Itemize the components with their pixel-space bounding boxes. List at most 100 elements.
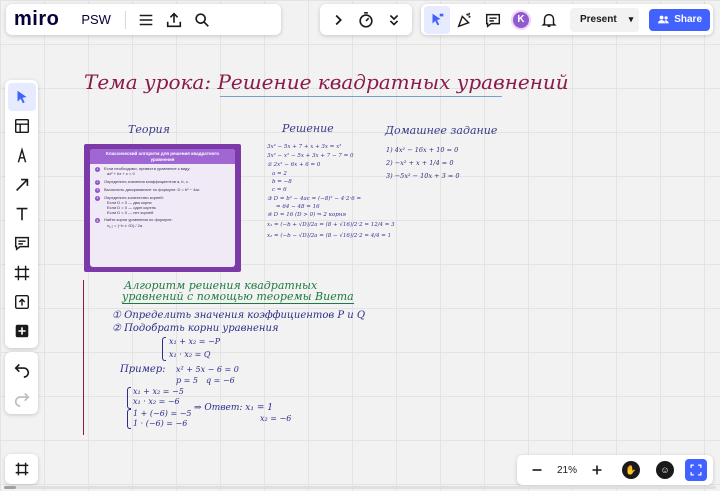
party-icon bbox=[457, 12, 471, 28]
text-tool[interactable] bbox=[8, 200, 36, 228]
notifications-button[interactable] bbox=[536, 6, 562, 34]
search-button[interactable] bbox=[188, 6, 216, 34]
hand-icon: ✋ bbox=[621, 461, 640, 479]
horizontal-scrollbar[interactable] bbox=[4, 486, 716, 489]
example-step: x₁ + x₂ = −5 bbox=[133, 387, 184, 396]
homework-task: 3) −5x² − 10x + 3 = 0 bbox=[386, 172, 460, 180]
upload-tool[interactable] bbox=[8, 288, 36, 316]
plus-icon bbox=[592, 465, 602, 475]
accessibility-button[interactable]: ☺ bbox=[651, 456, 679, 484]
frames-button[interactable] bbox=[8, 455, 36, 483]
share-label: Share bbox=[674, 14, 703, 25]
example-equation: x² + 5x − 6 = 0 bbox=[176, 365, 239, 374]
algorithm-card[interactable]: Классический алгоритм для решения квадра… bbox=[84, 144, 241, 272]
solution-line: 3x² − x² − 5x + 3x + 7 − 7 = 0 bbox=[267, 153, 354, 159]
redo-button[interactable] bbox=[8, 384, 36, 412]
template-icon bbox=[14, 119, 29, 134]
pointer-mode-button[interactable] bbox=[424, 5, 450, 34]
creation-toolbar bbox=[5, 80, 38, 348]
templates-tool[interactable] bbox=[8, 112, 36, 140]
frame-icon bbox=[15, 462, 28, 476]
answer: ⇒ Ответ: x₁ = 1 bbox=[194, 403, 273, 413]
collaboration-toolbar bbox=[320, 4, 412, 35]
upload-icon bbox=[166, 12, 182, 27]
chevron-down-icon[interactable]: ▾ bbox=[629, 14, 634, 25]
answer-second: x₂ = −6 bbox=[260, 414, 292, 423]
card-step: 4 Определить количество корней: Если D >… bbox=[95, 194, 164, 216]
reactions-button[interactable] bbox=[452, 6, 478, 34]
algorithm-card-title: Классический алгоритм для решения квадра… bbox=[90, 149, 235, 165]
user-avatar-button[interactable]: K bbox=[508, 6, 534, 34]
help-button[interactable]: ✋ bbox=[617, 456, 645, 484]
undo-button[interactable] bbox=[8, 355, 36, 383]
main-menu-button[interactable] bbox=[132, 6, 160, 34]
share-button[interactable]: Share bbox=[649, 8, 711, 31]
people-icon bbox=[658, 15, 669, 24]
solution-line: ④ D = 16 (D > 0) ⇒ 2 корня bbox=[267, 212, 346, 218]
export-button[interactable] bbox=[160, 6, 188, 34]
frames-panel bbox=[5, 454, 38, 484]
fit-icon bbox=[690, 464, 702, 476]
zoom-controls: 21% ✋ ☺ bbox=[517, 455, 713, 485]
homework-task: 1) 4x² − 16x + 10 = 0 bbox=[386, 146, 459, 154]
comment-tool[interactable] bbox=[8, 229, 36, 257]
homework-task: 2) −x² + x + 1/4 = 0 bbox=[386, 159, 454, 167]
person-icon: ☺ bbox=[655, 461, 674, 479]
zoom-level[interactable]: 21% bbox=[557, 465, 577, 476]
solution-line: c = 6 bbox=[272, 187, 287, 193]
text-icon bbox=[16, 207, 27, 221]
present-button[interactable]: Present ▾ bbox=[570, 7, 640, 32]
timer-icon bbox=[359, 11, 373, 28]
comments-button[interactable] bbox=[480, 6, 506, 34]
present-label: Present bbox=[580, 14, 617, 25]
example-label: Пример: bbox=[120, 364, 166, 375]
more-tools-button[interactable] bbox=[380, 6, 408, 34]
vieta-step: ② Подобрать корни уравнения bbox=[112, 323, 279, 334]
lesson-title: Тема урока: Решение квадратных уравнений bbox=[84, 70, 569, 94]
theory-heading: Теория bbox=[128, 123, 170, 136]
example-step: 1 · (−6) = −6 bbox=[133, 419, 188, 428]
fit-to-screen-button[interactable] bbox=[684, 459, 707, 481]
miro-logo[interactable]: miro bbox=[14, 8, 59, 31]
redo-icon bbox=[14, 392, 29, 407]
card-step: 3 Вычислить дискриминант по формуле: D =… bbox=[95, 186, 200, 193]
zoom-out-button[interactable] bbox=[523, 456, 551, 484]
example-p: p = 5 bbox=[176, 376, 198, 385]
arrow-icon bbox=[15, 178, 28, 191]
select-tool[interactable] bbox=[7, 83, 36, 111]
solution-line: a = 2 bbox=[272, 171, 287, 177]
more-apps-tool[interactable] bbox=[8, 317, 36, 345]
solution-line: ① 2x² − 6x + 6 = 0 bbox=[267, 162, 321, 168]
algorithm-card-body: Классический алгоритм для решения квадра… bbox=[90, 149, 235, 267]
expand-button[interactable] bbox=[324, 6, 352, 34]
divider bbox=[124, 10, 126, 29]
scrollbar-thumb[interactable] bbox=[4, 486, 16, 489]
session-toolbar: K Present ▾ Share bbox=[421, 4, 713, 35]
card-step: 1 Если необходимо, привести уравнение к … bbox=[95, 166, 191, 177]
card-step: 5 Найти корни уравнения по формуле: x₁,₂ … bbox=[95, 217, 173, 228]
example-step: x₁ · x₂ = −6 bbox=[133, 397, 180, 406]
bell-icon bbox=[541, 13, 557, 27]
section-divider bbox=[83, 280, 84, 435]
cursor-icon bbox=[17, 90, 26, 104]
vieta-title-line-2: уравнений с помощью теоремы Виета bbox=[122, 290, 354, 303]
pen-tool[interactable] bbox=[8, 142, 36, 170]
search-icon bbox=[195, 12, 209, 27]
zoom-in-button[interactable] bbox=[583, 456, 611, 484]
upload-box-icon bbox=[14, 294, 29, 309]
connector-tool[interactable] bbox=[8, 171, 36, 199]
board-name[interactable]: PSW bbox=[73, 12, 119, 27]
cursor-flag-icon bbox=[432, 13, 444, 25]
double-chevron-down-icon bbox=[389, 14, 399, 26]
example-step: 1 + (−6) = −5 bbox=[133, 409, 192, 418]
system-brace bbox=[162, 337, 166, 361]
example-q: q = −6 bbox=[206, 376, 235, 385]
chevron-right-icon bbox=[335, 14, 342, 25]
vieta-product-formula: x₁ · x₂ = Q bbox=[169, 350, 211, 359]
timer-button[interactable] bbox=[352, 6, 380, 34]
pen-icon bbox=[17, 146, 26, 162]
avatar: K bbox=[511, 9, 531, 30]
title-underline bbox=[220, 96, 502, 97]
frame-tool[interactable] bbox=[8, 259, 36, 287]
system-brace bbox=[127, 409, 131, 429]
